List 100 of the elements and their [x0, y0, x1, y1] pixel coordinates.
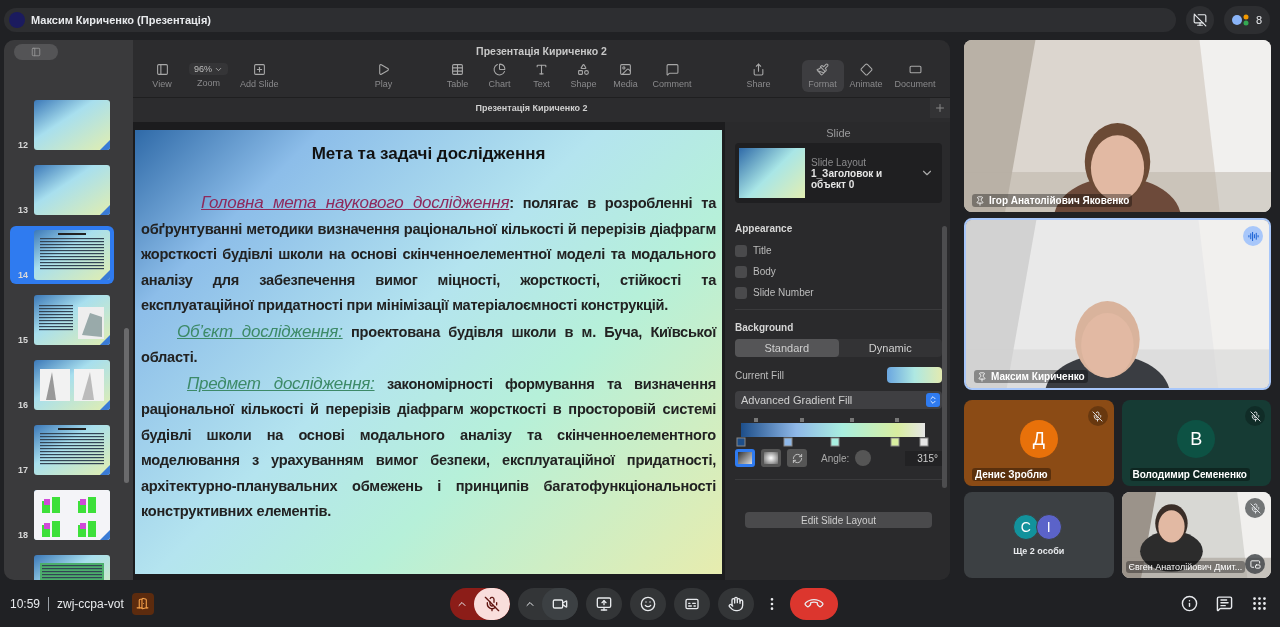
- avatar-initial: І: [1035, 514, 1062, 540]
- monitor-off-icon: [1192, 13, 1207, 27]
- avatar-initial: С: [1012, 514, 1039, 540]
- checkbox[interactable]: Title: [735, 240, 942, 261]
- raise-hand-button[interactable]: [718, 587, 754, 620]
- slide-number: 14: [17, 270, 28, 280]
- section-heading: Appearance: [735, 223, 794, 234]
- section-heading: Background: [735, 322, 795, 333]
- toolbar-button[interactable]: Media: [604, 60, 647, 92]
- checkbox[interactable]: Body: [735, 261, 942, 282]
- present-screen-icon: [596, 595, 612, 612]
- checkbox[interactable]: Slide Number: [735, 282, 942, 303]
- slide-number: 16: [17, 400, 28, 410]
- toolbar-button[interactable]: Chart: [478, 60, 521, 92]
- segment-button[interactable]: Standard: [735, 339, 839, 357]
- chat-icon: [1216, 595, 1233, 612]
- participant-name: Євген Анатолійович Дмит...: [1125, 561, 1246, 573]
- zoom-select[interactable]: 96%: [189, 63, 228, 75]
- plus-icon: [934, 101, 946, 114]
- slide-thumbnail[interactable]: [34, 360, 110, 410]
- toolbar-button[interactable]: Share: [737, 60, 780, 92]
- layout-thumbnail: [739, 148, 805, 198]
- participant-name: Максим Кириченко: [974, 370, 1088, 383]
- toolbar-button[interactable]: Add Slide: [234, 60, 285, 92]
- slide-title: Мета та задачі дослідження: [310, 144, 547, 164]
- participants-button[interactable]: 8: [1223, 6, 1270, 34]
- toolbar-button[interactable]: View: [141, 60, 183, 92]
- slide-number: 17: [17, 465, 28, 475]
- current-fill-label: Current Fill: [735, 369, 784, 381]
- gradient-editor-drawing[interactable]: [735, 417, 931, 447]
- text-icon: [535, 63, 549, 76]
- inspector-title: Slide: [826, 126, 851, 141]
- toolbar-button[interactable]: Document: [888, 60, 942, 92]
- add-tab-button[interactable]: [930, 97, 950, 118]
- emoji-button[interactable]: [630, 587, 666, 620]
- emoji-icon: [640, 595, 656, 612]
- radial-gradient-button[interactable]: [761, 449, 781, 467]
- stop-presenting-button[interactable]: [1185, 6, 1214, 34]
- door-icon: [136, 597, 150, 610]
- avatar-icon: [9, 12, 25, 28]
- image-icon: [619, 63, 633, 76]
- mic-off-icon: [484, 595, 500, 612]
- diamond-icon: [859, 63, 873, 76]
- mic-button[interactable]: [474, 587, 510, 620]
- chat-button[interactable]: [1214, 593, 1235, 614]
- share-icon: [752, 63, 766, 76]
- slide-thumbnail[interactable]: [34, 165, 110, 215]
- avatar-initial: В: [1177, 420, 1216, 458]
- toolbar-button[interactable]: Table: [436, 60, 479, 92]
- sidebar-icon: [31, 47, 41, 57]
- slide-thumbnail[interactable]: [34, 490, 110, 540]
- info-icon: [1181, 595, 1198, 612]
- slide-thumbnail[interactable]: [34, 425, 110, 475]
- toolbar-button[interactable]: Animate: [843, 60, 889, 92]
- window-title: Презентація Кириченко 2: [476, 45, 607, 57]
- avatar-initial: Д: [1019, 420, 1058, 458]
- clock-time: 10:59: [10, 596, 41, 611]
- angle-field[interactable]: 315°: [905, 450, 942, 466]
- comment-icon: [665, 63, 679, 76]
- slide-paragraph: Об’єкт дослідження: проектована будівля школи в м. Буча, Київської області.: [141, 320, 716, 367]
- slide-paragraph: Предмет дослідження: закономірності формування та визначення раціональної кількості й перерізів діафрагм жорсткості в просторовій системі будівлі школи на основі модального аналізу та скінченноелементного моделювання з урахуванням вимог безпеки, експлуатаційної придатності, архітектурно-планувальних обмежень і принципів багатофункціональності конструктивних елементів.: [141, 372, 716, 521]
- avatars-icon: [1231, 14, 1250, 26]
- toolbar-button[interactable]: Format: [801, 60, 844, 92]
- info-button[interactable]: [1179, 593, 1200, 614]
- slide-number: 18: [17, 530, 28, 540]
- toolbar-button[interactable]: Text: [520, 60, 563, 92]
- linear-gradient-button[interactable]: [735, 449, 755, 467]
- slide-number: 15: [17, 335, 28, 345]
- present-screen-button[interactable]: [586, 587, 622, 620]
- slide-thumbnail[interactable]: [34, 230, 110, 280]
- flip-button[interactable]: [787, 449, 807, 467]
- document-tab[interactable]: Презентація Кириченко 2: [133, 102, 930, 113]
- participant-name: Денис Зроблю: [972, 468, 1051, 481]
- slide-layout-picker[interactable]: Slide Layout 1_Заголовок и объект 0: [735, 143, 942, 203]
- raise-hand-icon: [728, 595, 744, 612]
- door-button[interactable]: [131, 592, 154, 615]
- toolbar-button[interactable]: 96% Zoom: [183, 60, 234, 91]
- presenter-label: Максим Кириченко (Презентація): [31, 14, 211, 26]
- rotate-icon: [791, 452, 803, 464]
- color-swatch[interactable]: [887, 367, 942, 383]
- add-slide-icon: [252, 63, 266, 76]
- toolbar-button[interactable]: Shape: [562, 60, 605, 92]
- segment-button[interactable]: Dynamic: [838, 339, 942, 357]
- chart-icon: [493, 63, 507, 76]
- hang-up-button[interactable]: [790, 587, 838, 620]
- paintbrush-icon: [816, 63, 830, 76]
- apps-icon: [1251, 595, 1268, 612]
- camera-button[interactable]: [542, 587, 578, 620]
- toolbar-button[interactable]: Comment: [646, 60, 698, 92]
- more-participants-label: Ще 2 особи: [1013, 546, 1065, 556]
- captions-button[interactable]: [674, 587, 710, 620]
- slide-paragraph: Головна мета наукового дослідження: полягає в розробленні та обґрунтуванні методики визначення раціональної кількості й перерізів діафрагм жорсткості будівлі школи на основі скінченноелементної моделі та модального аналізу для забезпечення вимог міцності, жорсткості, стійкості та експлуатаційної придатності при мінімізації матеріалоємності конструкцій.: [141, 192, 716, 315]
- slide-number: 12: [17, 140, 28, 150]
- table-icon: [451, 63, 465, 76]
- toolbar-button[interactable]: Play: [362, 60, 405, 92]
- slide-thumbnail[interactable]: [34, 295, 110, 345]
- sidebar-toggle-button[interactable]: [14, 44, 58, 60]
- edit-slide-layout-button[interactable]: Edit Slide Layout: [745, 512, 932, 528]
- slide-thumbnail[interactable]: [34, 100, 110, 150]
- fill-type-select[interactable]: Advanced Gradient Fill: [735, 391, 942, 409]
